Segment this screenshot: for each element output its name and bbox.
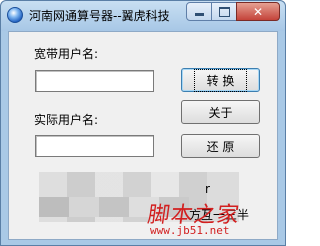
restore-button[interactable]: 还 原 [181,134,260,158]
app-globe-icon [7,7,23,23]
actual-username-input[interactable] [35,135,154,157]
broadband-username-label: 宽带用户名: [34,47,99,61]
actual-username-label: 实际用户名: [34,113,99,127]
close-button[interactable]: ✕ [236,2,280,21]
convert-button[interactable]: 转 换 [181,68,260,92]
caption-buttons: ✕ [186,2,280,21]
obscured-partial-text: r [205,182,210,196]
maximize-button[interactable] [211,2,237,21]
close-icon: ✕ [252,4,264,19]
app-window: 河南网通算号器--翼虎科技 ✕ 宽带用户名: 转 换 关于 实际用户名: 还 原… [0,0,286,246]
maximize-icon [212,3,236,20]
minimize-icon [187,3,211,20]
about-button[interactable]: 关于 [181,100,260,124]
window-title: 河南网通算号器--翼虎科技 [29,9,170,23]
title-bar[interactable]: 河南网通算号器--翼虎科技 ✕ [1,1,285,31]
convert-button-label: 转 换 [193,68,248,92]
site-watermark-url: www.jb51.net [150,224,230,237]
minimize-button[interactable] [186,2,212,21]
broadband-username-input[interactable] [35,70,154,92]
